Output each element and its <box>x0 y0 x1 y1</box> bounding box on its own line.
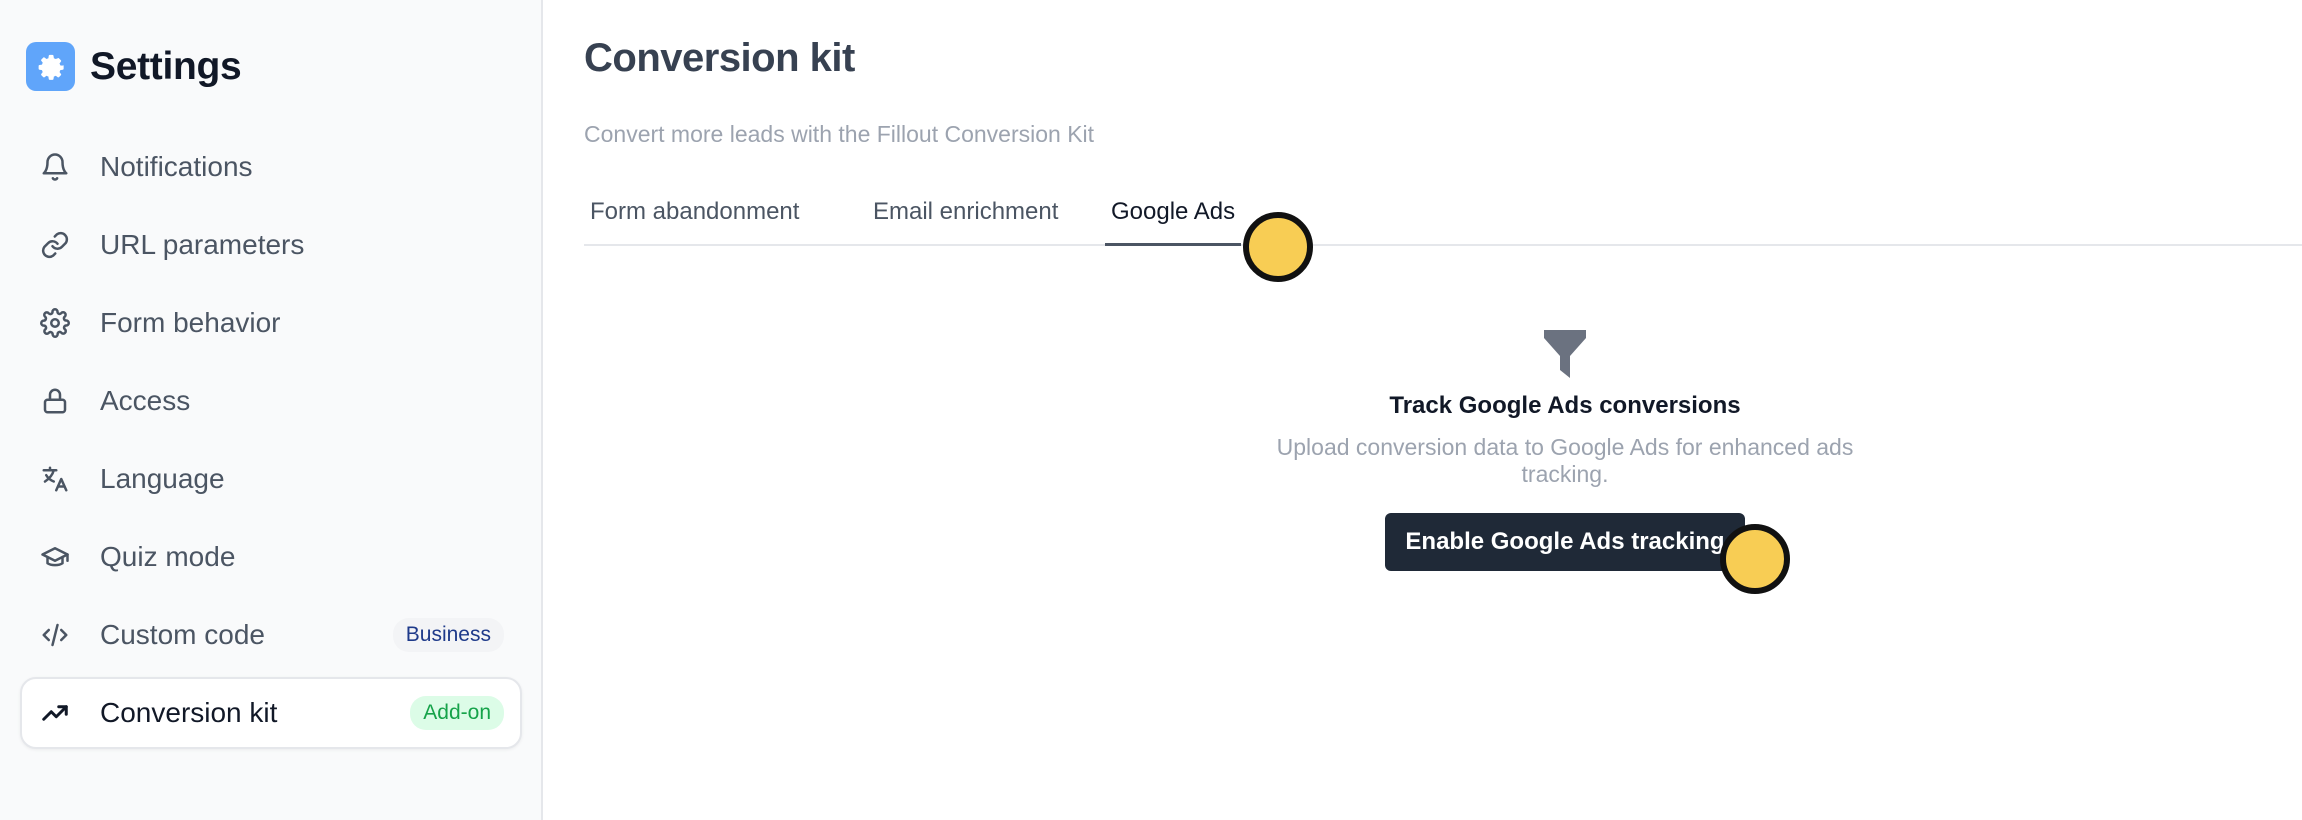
lock-icon <box>38 384 72 418</box>
click-marker <box>1720 524 1790 594</box>
enable-google-ads-tracking-button[interactable]: Enable Google Ads tracking <box>1385 513 1745 571</box>
sidebar-item-label: Form behavior <box>100 307 281 338</box>
business-badge: Business <box>392 618 504 652</box>
sidebar-item-form-behavior[interactable]: Form behavior <box>20 287 522 359</box>
sidebar-title: Settings <box>90 44 242 88</box>
sidebar-item-label: Access <box>100 385 191 416</box>
sidebar-item-label: Custom code <box>100 619 265 650</box>
sidebar-item-access[interactable]: Access <box>20 365 522 437</box>
empty-state-title: Track Google Ads conversions <box>1389 392 1741 419</box>
addon-badge: Add-on <box>410 696 504 730</box>
empty-state-description: Upload conversion data to Google Ads for… <box>1276 434 1854 487</box>
sidebar-item-label: Conversion kit <box>100 697 278 728</box>
google-ads-empty-state: Track Google Ads conversions Upload conv… <box>1245 330 1885 571</box>
page-subtitle: Convert more leads with the Fillout Conv… <box>584 121 1095 147</box>
main-content: Conversion kit Convert more leads with t… <box>545 0 2302 820</box>
bell-icon <box>38 150 72 184</box>
funnel-icon <box>1245 330 1885 378</box>
sidebar-item-quiz-mode[interactable]: Quiz mode <box>20 521 522 593</box>
sidebar-item-language[interactable]: Language <box>20 443 522 515</box>
sidebar-item-notifications[interactable]: Notifications <box>20 131 522 203</box>
gear-icon <box>26 42 75 91</box>
sidebar-item-label: URL parameters <box>100 229 305 260</box>
page-title: Conversion kit <box>584 36 855 80</box>
settings-nav: Notifications URL parameters Form behavi… <box>20 131 522 755</box>
click-marker <box>1243 212 1313 282</box>
link-icon <box>38 228 72 262</box>
sidebar-item-url-parameters[interactable]: URL parameters <box>20 209 522 281</box>
tab-google-ads[interactable]: Google Ads <box>1105 198 1242 246</box>
sidebar-item-label: Quiz mode <box>100 541 236 572</box>
sidebar-item-custom-code[interactable]: Custom code Business <box>20 599 522 671</box>
code-icon <box>38 618 72 652</box>
sidebar-item-label: Language <box>100 463 225 494</box>
translate-icon <box>38 462 72 496</box>
trending-up-icon <box>38 696 72 730</box>
settings-sidebar: Settings Notifications URL parameters Fo… <box>0 0 543 820</box>
tab-email-enrichment[interactable]: Email enrichment <box>867 198 1064 246</box>
graduation-cap-icon <box>38 540 72 574</box>
gear-icon <box>38 306 72 340</box>
sidebar-header: Settings <box>26 42 242 91</box>
tab-form-abandonment[interactable]: Form abandonment <box>584 198 805 246</box>
sidebar-item-label: Notifications <box>100 151 253 182</box>
tab-bar: Form abandonment Email enrichment Google… <box>584 190 2302 246</box>
sidebar-item-conversion-kit[interactable]: Conversion kit Add-on <box>20 677 522 749</box>
